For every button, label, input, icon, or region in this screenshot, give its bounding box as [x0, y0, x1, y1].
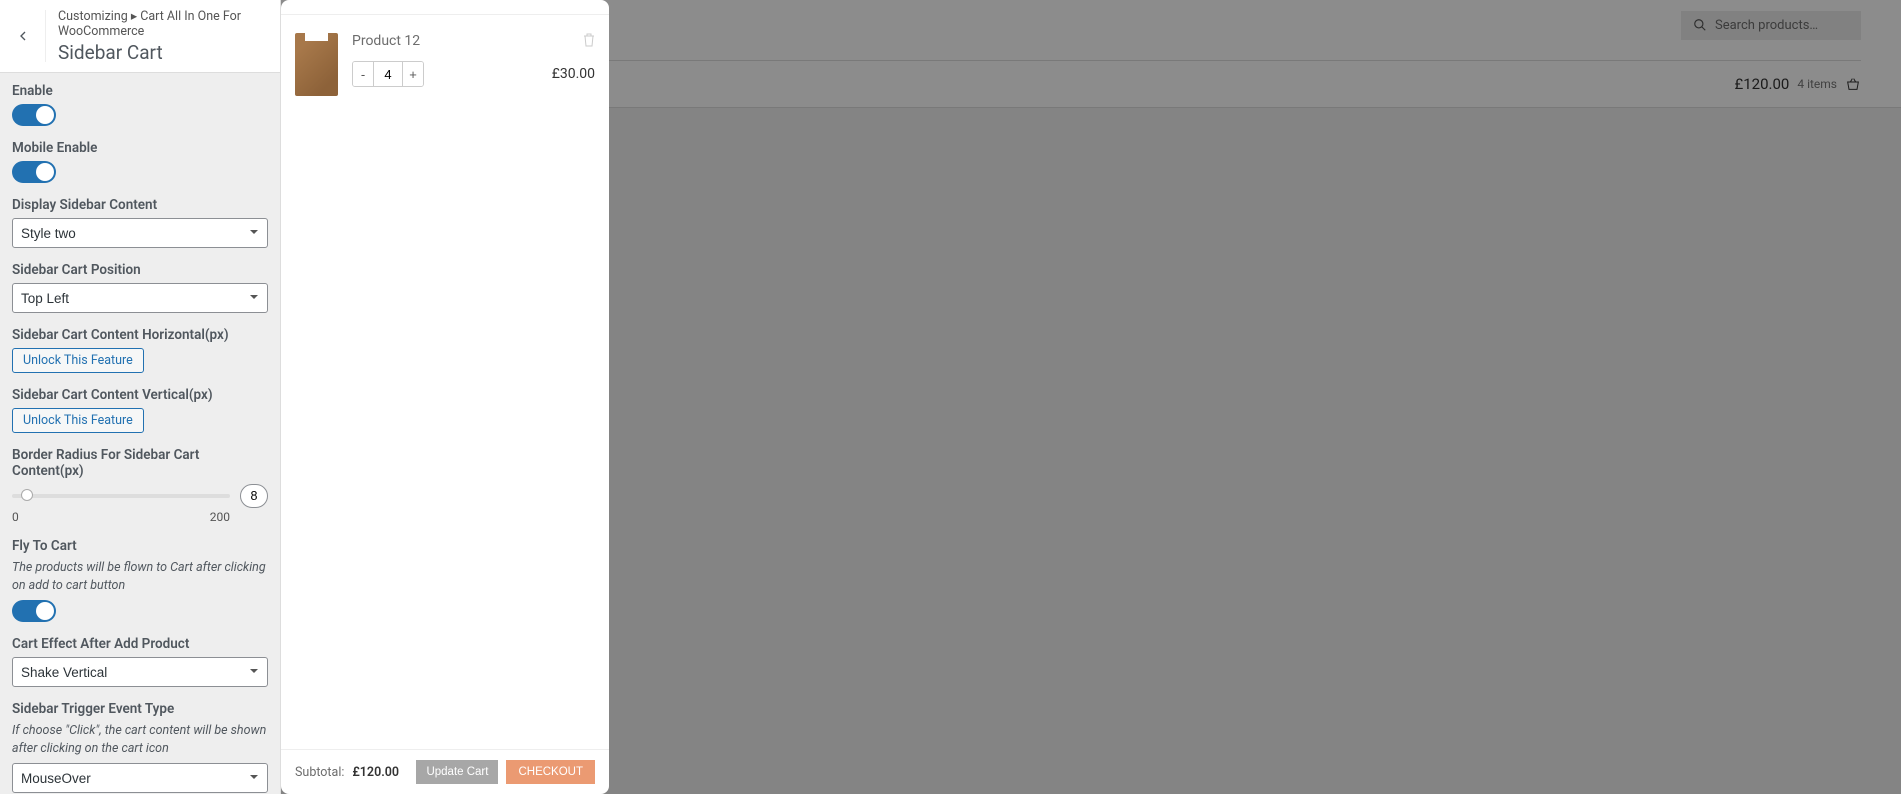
- mobile-enable-toggle[interactable]: [12, 161, 56, 183]
- enable-label: Enable: [12, 83, 268, 99]
- trash-icon: [583, 33, 595, 47]
- effect-select[interactable]: Shake Vertical: [12, 657, 268, 687]
- checkout-button[interactable]: CHECKOUT: [506, 760, 595, 784]
- display-content-label: Display Sidebar Content: [12, 197, 268, 213]
- border-radius-input[interactable]: [240, 484, 268, 508]
- customizer-panel: Customizing ▸ Cart All In One For WooCom…: [0, 0, 281, 794]
- fly-toggle[interactable]: [12, 600, 56, 622]
- item-price: £30.00: [552, 66, 595, 82]
- enable-toggle[interactable]: [12, 104, 56, 126]
- customizer-header: Customizing ▸ Cart All In One For WooCom…: [0, 0, 280, 73]
- back-button[interactable]: [0, 10, 46, 62]
- preview-frame: Test Website WordPress site Search produ…: [281, 0, 1901, 794]
- display-content-select[interactable]: Style two: [12, 218, 268, 248]
- update-cart-button[interactable]: Update Cart: [416, 760, 498, 784]
- unlock-vertical-button[interactable]: Unlock This Feature: [12, 408, 144, 433]
- breadcrumb: Customizing ▸ Cart All In One For WooCom…: [58, 8, 268, 39]
- trigger-desc: If choose "Click", the cart content will…: [12, 722, 268, 757]
- effect-label: Cart Effect After Add Product: [12, 636, 268, 652]
- slider-min: 0: [12, 510, 19, 524]
- controls-list[interactable]: Enable Mobile Enable Display Sidebar Con…: [0, 73, 280, 794]
- border-radius-label: Border Radius For Sidebar Cart Content(p…: [12, 447, 268, 479]
- fly-label: Fly To Cart: [12, 538, 268, 554]
- vertical-label: Sidebar Cart Content Vertical(px): [12, 387, 268, 403]
- unlock-horizontal-button[interactable]: Unlock This Feature: [12, 348, 144, 373]
- remove-item-button[interactable]: [583, 33, 595, 51]
- subtotal-value: £120.00: [352, 765, 399, 780]
- quantity-stepper: - +: [352, 61, 424, 87]
- section-title: Sidebar Cart: [58, 41, 268, 64]
- border-radius-slider[interactable]: [12, 494, 230, 498]
- cart-item: Product 12 - + £30.00: [295, 33, 595, 96]
- sidebar-cart: Product 12 - + £30.00 Subtotal:: [281, 0, 609, 794]
- position-select[interactable]: Top Left: [12, 283, 268, 313]
- product-image[interactable]: [295, 33, 338, 96]
- cart-footer: Subtotal: £120.00 Update Cart CHECKOUT: [281, 749, 609, 794]
- chevron-left-icon: [15, 28, 31, 44]
- horizontal-label: Sidebar Cart Content Horizontal(px): [12, 327, 268, 343]
- qty-minus-button[interactable]: -: [353, 62, 373, 86]
- fly-desc: The products will be flown to Cart after…: [12, 559, 268, 594]
- slider-max: 200: [210, 510, 230, 524]
- position-label: Sidebar Cart Position: [12, 262, 268, 278]
- subtotal-label: Subtotal:: [295, 765, 344, 780]
- mobile-enable-label: Mobile Enable: [12, 140, 268, 156]
- trigger-label: Sidebar Trigger Event Type: [12, 701, 268, 717]
- trigger-select[interactable]: MouseOver: [12, 763, 268, 793]
- qty-input[interactable]: [373, 62, 403, 86]
- product-name[interactable]: Product 12: [352, 33, 595, 49]
- qty-plus-button[interactable]: +: [403, 62, 423, 86]
